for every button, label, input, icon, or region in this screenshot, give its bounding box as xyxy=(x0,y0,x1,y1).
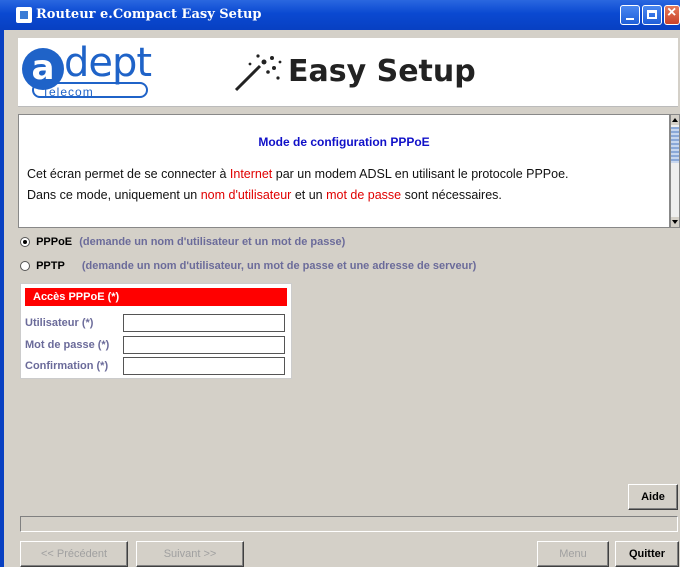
close-button[interactable] xyxy=(664,4,680,25)
help-button[interactable]: Aide xyxy=(628,484,678,510)
app-icon xyxy=(16,7,32,23)
minimize-button[interactable] xyxy=(620,5,640,25)
product-title: Easy Setup xyxy=(288,54,476,89)
option-pptp[interactable]: PPTP (demande un nom d'utilisateur, un m… xyxy=(20,260,476,272)
info-text: et un xyxy=(291,188,327,202)
password-field[interactable] xyxy=(123,336,285,354)
radio-pppoe[interactable] xyxy=(20,237,30,248)
status-bar xyxy=(20,516,678,532)
scroll-up-icon[interactable] xyxy=(671,115,679,125)
info-text: Dans ce mode, uniquement un xyxy=(27,188,201,202)
next-button[interactable]: Suivant >> xyxy=(136,541,244,567)
info-text: Cet écran permet de se connecter à xyxy=(27,167,230,181)
info-line-2: Dans ce mode, uniquement un nom d'utilis… xyxy=(27,188,502,202)
pppoe-credentials-panel: Accès PPPoE (*) Utilisateur (*) Mot de p… xyxy=(20,283,292,379)
radio-pptp[interactable] xyxy=(20,261,30,272)
info-highlight: Internet xyxy=(229,167,273,181)
previous-button[interactable]: << Précédent xyxy=(20,541,128,567)
confirmation-field[interactable] xyxy=(123,357,285,375)
panel-title: Accès PPPoE (*) xyxy=(25,288,287,306)
logo-main: dept xyxy=(64,40,152,86)
username-field[interactable] xyxy=(123,314,285,332)
option-pppoe[interactable]: PPPoE (demande un nom d'utilisateur et u… xyxy=(20,236,345,248)
info-scrollbar[interactable] xyxy=(670,114,680,228)
info-highlight: mot de passe xyxy=(326,188,402,202)
option-label: PPPoE xyxy=(36,236,73,249)
info-panel: Mode de configuration PPPoE Cet écran pe… xyxy=(18,114,670,228)
option-label: PPTP xyxy=(36,260,65,273)
scroll-thumb[interactable] xyxy=(671,127,679,163)
option-desc: (demande un nom d'utilisateur, un mot de… xyxy=(81,260,477,273)
field-label: Utilisateur (*) xyxy=(25,317,94,329)
maximize-button[interactable] xyxy=(642,5,662,25)
title-bar: Routeur e.Compact Easy Setup xyxy=(0,0,680,30)
info-text: par un modem ADSL en utilisant le protoc… xyxy=(272,167,569,181)
info-line-1: Cet écran permet de se connecter à Inter… xyxy=(27,167,569,181)
info-text: sont nécessaires. xyxy=(401,188,502,202)
quit-button[interactable]: Quitter xyxy=(615,541,679,567)
option-desc: (demande un nom d'utilisateur et un mot … xyxy=(79,236,346,249)
info-highlight: nom d'utilisateur xyxy=(200,188,292,202)
window-title: Routeur e.Compact Easy Setup xyxy=(36,7,262,22)
menu-button[interactable]: Menu xyxy=(537,541,609,567)
adept-telecom-logo: a dept Telecom xyxy=(20,40,156,100)
app-header: a dept Telecom Easy Setup xyxy=(18,38,678,107)
logo-sub: Telecom xyxy=(32,82,148,99)
field-label: Mot de passe (*) xyxy=(25,339,110,351)
scroll-down-icon[interactable] xyxy=(671,217,679,227)
field-label: Confirmation (*) xyxy=(25,360,109,372)
magic-wand-icon xyxy=(234,54,282,92)
info-heading: Mode de configuration PPPoE xyxy=(258,135,430,149)
